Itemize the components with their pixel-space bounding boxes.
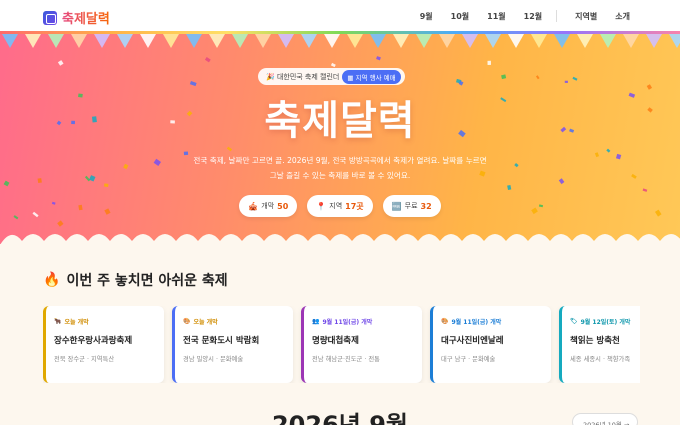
card-title: 책읽는 방축천: [570, 336, 620, 346]
scallop-shape: [0, 234, 680, 244]
confetti-piece: [376, 56, 381, 61]
stat-regions[interactable]: 📍 지역 17곳: [307, 195, 373, 217]
card-location: 대구 남구 · 문화예술: [441, 356, 496, 363]
festival-card[interactable]: 🎨 오늘 개막 전국 문화도시 박람회 경남 밀양시 · 문화예술: [172, 306, 293, 383]
card-title: 전국 문화도시 박람회: [183, 336, 260, 346]
card-title: 장수한우랑사과랑축제: [54, 336, 133, 346]
stat-label: 무료: [404, 202, 418, 210]
stat-value: 17곳: [345, 201, 364, 211]
card-tag-text: 9월 12일(토) 개막: [580, 319, 631, 326]
hero-title: 축제달력: [264, 98, 416, 144]
confetti-piece: [189, 81, 197, 87]
confetti-piece: [226, 146, 233, 152]
stat-value: 50: [277, 201, 289, 211]
confetti-piece: [535, 75, 540, 80]
chip-label: 🎉 대한민국 축제 캘린더: [266, 72, 340, 81]
confetti-piece: [501, 74, 507, 80]
card-tag-text: 오늘 개막: [193, 319, 218, 326]
cow-icon: 🐂: [54, 318, 62, 325]
card-location: 전남 해남군·진도군 · 전통: [312, 356, 380, 363]
palette-icon: 🎨: [183, 318, 191, 325]
confetti-piece: [594, 152, 600, 158]
confetti-piece: [104, 183, 109, 187]
confetti-piece: [330, 62, 336, 68]
section-title: 🔥 이번 주 놓치면 아쉬운 축제: [43, 270, 228, 290]
confetti-piece: [572, 76, 578, 81]
card-tag-text: 오늘 개막: [64, 319, 89, 326]
card-tag: 🐂 오늘 개막: [54, 317, 164, 326]
card-title: 명량대첩축제: [312, 336, 359, 346]
confetti-piece: [204, 56, 211, 63]
calendar-logo-icon: [43, 10, 57, 25]
confetti-piece: [57, 60, 64, 66]
stat-free[interactable]: 🆓 무료 32: [382, 195, 441, 217]
fire-icon: 🔥: [43, 272, 61, 288]
card-tag: 🎨 9월 11일(금) 개막: [441, 317, 551, 326]
confetti-piece: [57, 220, 64, 227]
palette-icon: 🎨: [441, 318, 449, 325]
free-badge-icon: 🆓: [391, 201, 402, 211]
confetti-piece: [631, 173, 637, 179]
stat-label: 지역: [329, 202, 343, 210]
festival-card[interactable]: 🏷 9월 12일(토) 개막 책읽는 방축천 세종 세종시 · 책향가족: [559, 306, 640, 383]
card-tag-text: 9월 11일(금) 개막: [322, 319, 373, 326]
hero-chip: 🎉 대한민국 축제 캘린더 ▦ 지역 행사 예매: [258, 68, 405, 85]
confetti-piece: [487, 60, 491, 65]
confetti-piece: [642, 188, 648, 192]
confetti-piece: [507, 184, 512, 191]
nav-link-november[interactable]: 11월: [487, 11, 506, 22]
stat-value: 32: [420, 201, 432, 211]
confetti-piece: [3, 180, 10, 187]
page: 축제달력 9월 10월 11월 12월 지역별 소개 🎉 대한민국 축제 캘린더…: [0, 0, 680, 425]
confetti-piece: [37, 178, 42, 184]
confetti-piece: [615, 153, 622, 160]
confetti-piece: [123, 163, 129, 170]
section-title-text: 이번 주 놓치면 아쉬운 축제: [66, 273, 228, 289]
nav-link-september[interactable]: 9월: [420, 11, 433, 22]
card-title: 대구사진비엔날레: [441, 336, 504, 346]
hero-description: 전국 축제, 날짜만 고르면 끝. 2026년 9월, 전국 방방곡곡에서 축제…: [160, 153, 520, 183]
confetti-piece: [89, 175, 96, 182]
card-tag: 👥 9월 11일(금) 개막: [312, 317, 422, 326]
nav-link-about[interactable]: 소개: [615, 11, 630, 22]
confetti-piece: [84, 175, 91, 182]
hero-stats: 🎪 개막 50 📍 지역 17곳 🆓 무료 32: [0, 195, 680, 217]
location-pin-icon: 📍: [316, 201, 327, 211]
festival-card[interactable]: 🐂 오늘 개막 장수한우랑사과랑축제 전북 장수군 · 지역특산: [43, 306, 164, 383]
card-tag: 🏷 9월 12일(토) 개막: [570, 317, 640, 326]
top-navigation-bar: 축제달력 9월 10월 11월 12월 지역별 소개: [0, 0, 680, 34]
stat-label: 개막: [261, 202, 275, 210]
card-tag-text: 9월 11일(금) 개막: [451, 319, 502, 326]
confetti-piece: [606, 148, 611, 153]
main-nav: 9월 10월 11월 12월 지역별 소개: [402, 10, 630, 22]
hero-description-line-2: 그날 즐길 수 있는 축제를 바로 볼 수 있어요.: [269, 171, 411, 180]
region-ticket-pill[interactable]: ▦ 지역 행사 예매: [342, 69, 401, 84]
nav-link-by-region[interactable]: 지역별: [575, 11, 597, 22]
festival-card[interactable]: 🎨 9월 11일(금) 개막 대구사진비엔날레 대구 남구 · 문화예술: [430, 306, 551, 383]
card-location: 전북 장수군 · 지역특산: [54, 356, 115, 363]
hero-description-line-1: 전국 축제, 날짜만 고르면 끝. 2026년 9월, 전국 방방곡곡에서 축제…: [193, 156, 487, 165]
logo[interactable]: 축제달력: [43, 8, 110, 27]
stat-opening[interactable]: 🎪 개막 50: [239, 195, 298, 217]
card-tag: 🎨 오늘 개막: [183, 317, 293, 326]
nav-link-december[interactable]: 12월: [524, 11, 543, 22]
festival-card[interactable]: 👥 9월 11일(금) 개막 명량대첩축제 전남 해남군·진도군 · 전통: [301, 306, 422, 383]
festival-card-row: 🐂 오늘 개막 장수한우랑사과랑축제 전북 장수군 · 지역특산 🎨 오늘 개막…: [43, 306, 640, 383]
card-location: 세종 세종시 · 책향가족: [570, 356, 631, 363]
next-month-button[interactable]: 2026년 10월 →: [572, 413, 638, 425]
tag-icon: 🏷: [570, 318, 578, 325]
hero-banner: 🎉 대한민국 축제 캘린더 ▦ 지역 행사 예매 축제달력 전국 축제, 날짜만…: [0, 34, 680, 244]
nav-link-october[interactable]: 10월: [451, 11, 470, 22]
confetti-piece: [564, 80, 568, 83]
circus-tent-icon: 🎪: [248, 201, 259, 211]
confetti-piece: [558, 178, 565, 185]
logo-text: 축제달력: [62, 8, 110, 27]
nav-divider: [556, 10, 558, 22]
people-icon: 👥: [312, 318, 320, 325]
scalloped-edge: [0, 234, 680, 244]
card-location: 경남 밀양시 · 문화예술: [183, 356, 244, 363]
